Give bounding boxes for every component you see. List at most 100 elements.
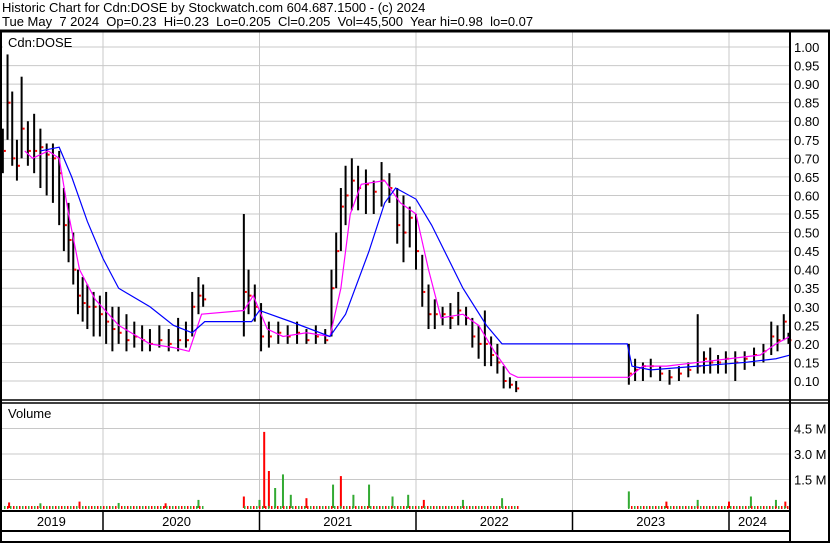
- volume-bar: [439, 506, 441, 509]
- volume-bar: [781, 506, 783, 509]
- x-year-label: 2019: [37, 514, 66, 529]
- close-tick: [498, 361, 501, 364]
- volume-bar: [40, 506, 42, 509]
- volume-bar: [289, 506, 291, 509]
- price-bar: [782, 314, 785, 341]
- close-tick: [113, 328, 116, 331]
- volume-bar: [445, 506, 447, 509]
- volume-bar: [367, 506, 369, 509]
- volume-bar: [418, 506, 420, 509]
- volume-bar: [49, 506, 51, 509]
- close-tick: [69, 238, 72, 241]
- volume-bar: [160, 506, 162, 509]
- close-tick: [316, 335, 319, 338]
- volume-bar: [157, 506, 159, 509]
- volume-bar: [37, 506, 39, 509]
- volume-bar: [13, 506, 15, 509]
- volume-bar: [166, 506, 168, 509]
- y-tick-label: 0.20: [794, 337, 819, 352]
- price-bar: [515, 381, 518, 393]
- x-year-label: 2020: [162, 514, 191, 529]
- volume-bar: [766, 506, 768, 509]
- volume-bar: [373, 506, 375, 509]
- volume-bar: [133, 506, 135, 509]
- close-tick: [22, 127, 25, 130]
- y-tick-label: 0.75: [794, 133, 819, 148]
- volume-bar: [382, 506, 384, 509]
- volume-bar: [733, 506, 735, 509]
- price-bar: [441, 306, 444, 326]
- volume-bar: [628, 506, 630, 509]
- price-bar: [20, 76, 23, 159]
- price-bar: [357, 165, 360, 211]
- volume-bar: [172, 506, 174, 509]
- price-bar: [26, 121, 29, 166]
- volume-bar: [193, 506, 195, 509]
- volume-bar: [283, 506, 285, 509]
- volume-bar: [472, 506, 474, 509]
- volume-bar: [478, 506, 480, 509]
- price-bar: [76, 269, 79, 315]
- price-bar: [202, 284, 205, 307]
- y-tick-label: 0.40: [794, 263, 819, 278]
- volume-bar: [178, 506, 180, 509]
- volume-bar: [460, 506, 462, 509]
- volume-bar: [691, 506, 693, 509]
- volume-bar: [19, 506, 21, 509]
- price-bar: [158, 325, 161, 348]
- volume-bar: [721, 506, 723, 509]
- volume-bar: [262, 506, 264, 509]
- volume-bar: [670, 506, 672, 509]
- y-tick-label: 1.00: [794, 40, 819, 55]
- volume-bar: [85, 506, 87, 509]
- price-bar: [702, 351, 705, 374]
- price-bar: [86, 284, 89, 330]
- volume-bar: [394, 506, 396, 509]
- close-tick: [404, 231, 407, 234]
- volume-bar: [58, 506, 60, 509]
- price-bar: [1, 128, 4, 174]
- volume-bar: [682, 506, 684, 509]
- close-tick: [17, 164, 20, 167]
- close-tick: [307, 339, 310, 342]
- chart-canvas: 1.00 0.95 0.90 0.85 0.80 0.75 0.70 0.65 0.60 0.55…: [0, 29, 830, 543]
- price-bar: [743, 351, 746, 370]
- price-bar: [277, 321, 280, 344]
- volume-bar: [352, 506, 354, 509]
- close-tick: [517, 387, 520, 390]
- volume-bar: [267, 471, 270, 508]
- volume-bar: [427, 506, 429, 509]
- volume-bar: [340, 506, 342, 509]
- volume-bar: [298, 506, 300, 509]
- price-bar: [33, 113, 36, 174]
- volume-bar: [751, 506, 753, 509]
- volume-bar: [631, 506, 633, 509]
- volume-bar: [754, 506, 756, 509]
- volume-bar: [703, 506, 705, 509]
- volume-bar: [514, 506, 516, 509]
- volume-bar: [70, 506, 72, 509]
- volume-bar: [715, 506, 717, 509]
- close-tick: [679, 372, 682, 375]
- volume-bar: [16, 506, 18, 509]
- close-tick: [199, 294, 202, 297]
- volume-bar: [277, 506, 279, 509]
- price-bar: [15, 139, 18, 181]
- y-tick-label: 0.60: [794, 188, 819, 203]
- close-tick: [269, 335, 272, 338]
- volume-bar: [778, 506, 780, 509]
- close-tick: [94, 305, 97, 308]
- volume-bar: [640, 506, 642, 509]
- close-tick: [784, 320, 787, 323]
- volume-bar: [4, 506, 6, 509]
- price-bar: [427, 284, 430, 330]
- volume-bar: [103, 506, 105, 509]
- volume-bar: [331, 506, 333, 509]
- volume-bar: [368, 484, 371, 508]
- short-ma-line: [24, 150, 791, 378]
- volume-bar: [109, 506, 111, 509]
- close-tick: [661, 372, 664, 375]
- price-bar: [167, 329, 170, 352]
- price-bar: [770, 321, 773, 356]
- price-bar: [641, 362, 644, 381]
